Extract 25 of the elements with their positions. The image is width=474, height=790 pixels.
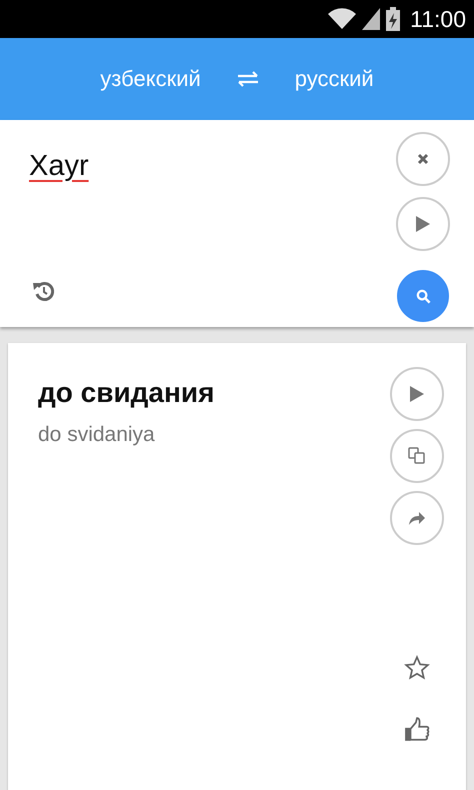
swap-icon[interactable] xyxy=(236,71,259,87)
clock: 11:00 xyxy=(410,6,466,32)
history-icon[interactable] xyxy=(32,279,56,303)
share-icon xyxy=(408,510,426,526)
close-icon xyxy=(417,153,429,165)
share-button[interactable] xyxy=(390,491,444,545)
source-language[interactable]: узбекский xyxy=(100,66,201,92)
copy-icon xyxy=(408,447,426,465)
transliteration-text: do svidaniya xyxy=(38,423,156,447)
thumbs-up-icon[interactable] xyxy=(404,717,430,743)
clear-button[interactable] xyxy=(396,132,450,186)
play-icon xyxy=(416,216,430,232)
copy-button[interactable] xyxy=(390,429,444,483)
play-button[interactable] xyxy=(390,367,444,421)
play-button[interactable] xyxy=(396,197,450,251)
star-icon[interactable] xyxy=(404,655,430,681)
translation-text: до свидания xyxy=(38,377,216,409)
play-icon xyxy=(410,386,424,402)
search-button[interactable] xyxy=(397,270,449,322)
input-text[interactable]: Xayr xyxy=(29,150,89,183)
target-language[interactable]: русский xyxy=(294,66,374,92)
signal-icon xyxy=(362,8,380,30)
wifi-icon xyxy=(328,8,356,30)
search-icon xyxy=(416,288,430,304)
battery-icon xyxy=(386,7,400,31)
